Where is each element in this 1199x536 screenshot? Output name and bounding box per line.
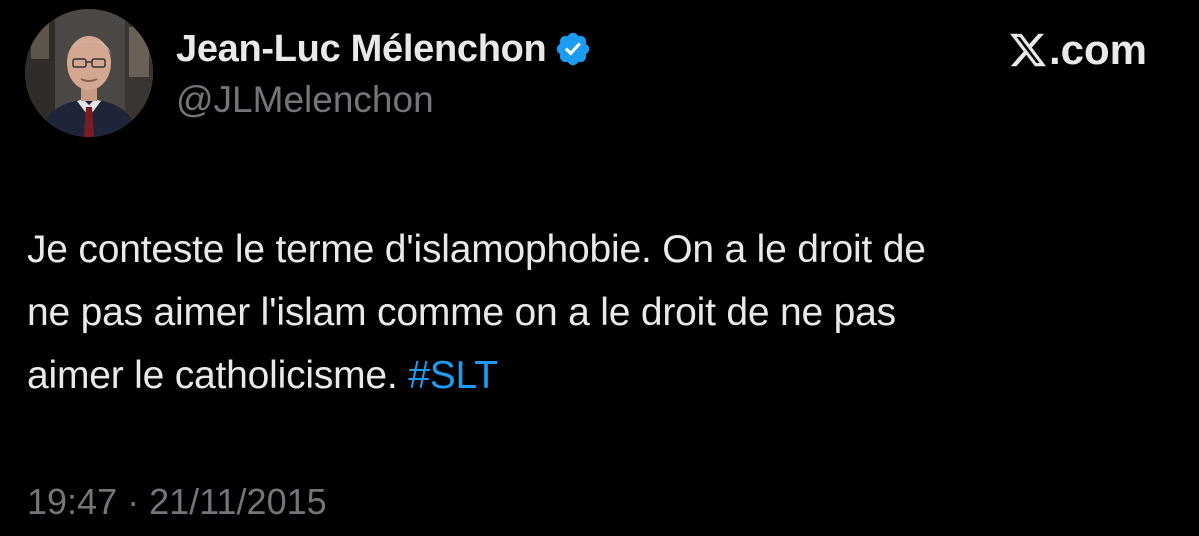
timestamp-separator: ·: [127, 481, 140, 522]
avatar-portrait-icon: [25, 9, 153, 137]
tweet-text-line: Je conteste le terme d'islamophobie. On …: [27, 228, 926, 271]
author-handle[interactable]: @JLMelenchon: [176, 79, 434, 121]
timestamp[interactable]: 19:47 · 21/11/2015: [27, 481, 327, 523]
brand-domain-label: .com: [1048, 26, 1147, 73]
tweet-card: Jean-Luc Mélenchon @JLMelenchon .com Je …: [0, 0, 1199, 536]
brand-watermark: .com: [1008, 26, 1147, 73]
timestamp-date: 21/11/2015: [149, 481, 327, 522]
verified-badge-icon: [557, 32, 590, 66]
timestamp-time: 19:47: [27, 481, 118, 522]
author-name[interactable]: Jean-Luc Mélenchon: [176, 28, 547, 71]
tweet-text-line-last: aimer le catholicisme. #SLT: [27, 344, 1177, 407]
hashtag-link[interactable]: #SLT: [408, 354, 498, 397]
x-logo-icon: [1010, 33, 1047, 67]
tweet-text-line: aimer le catholicisme.: [27, 354, 398, 397]
tweet-text-line: ne pas aimer l'islam comme on a le droit…: [27, 291, 896, 334]
author-name-row: Jean-Luc Mélenchon: [176, 26, 592, 72]
avatar[interactable]: [25, 9, 153, 137]
tweet-text: Je conteste le terme d'islamophobie. On …: [27, 218, 1177, 407]
